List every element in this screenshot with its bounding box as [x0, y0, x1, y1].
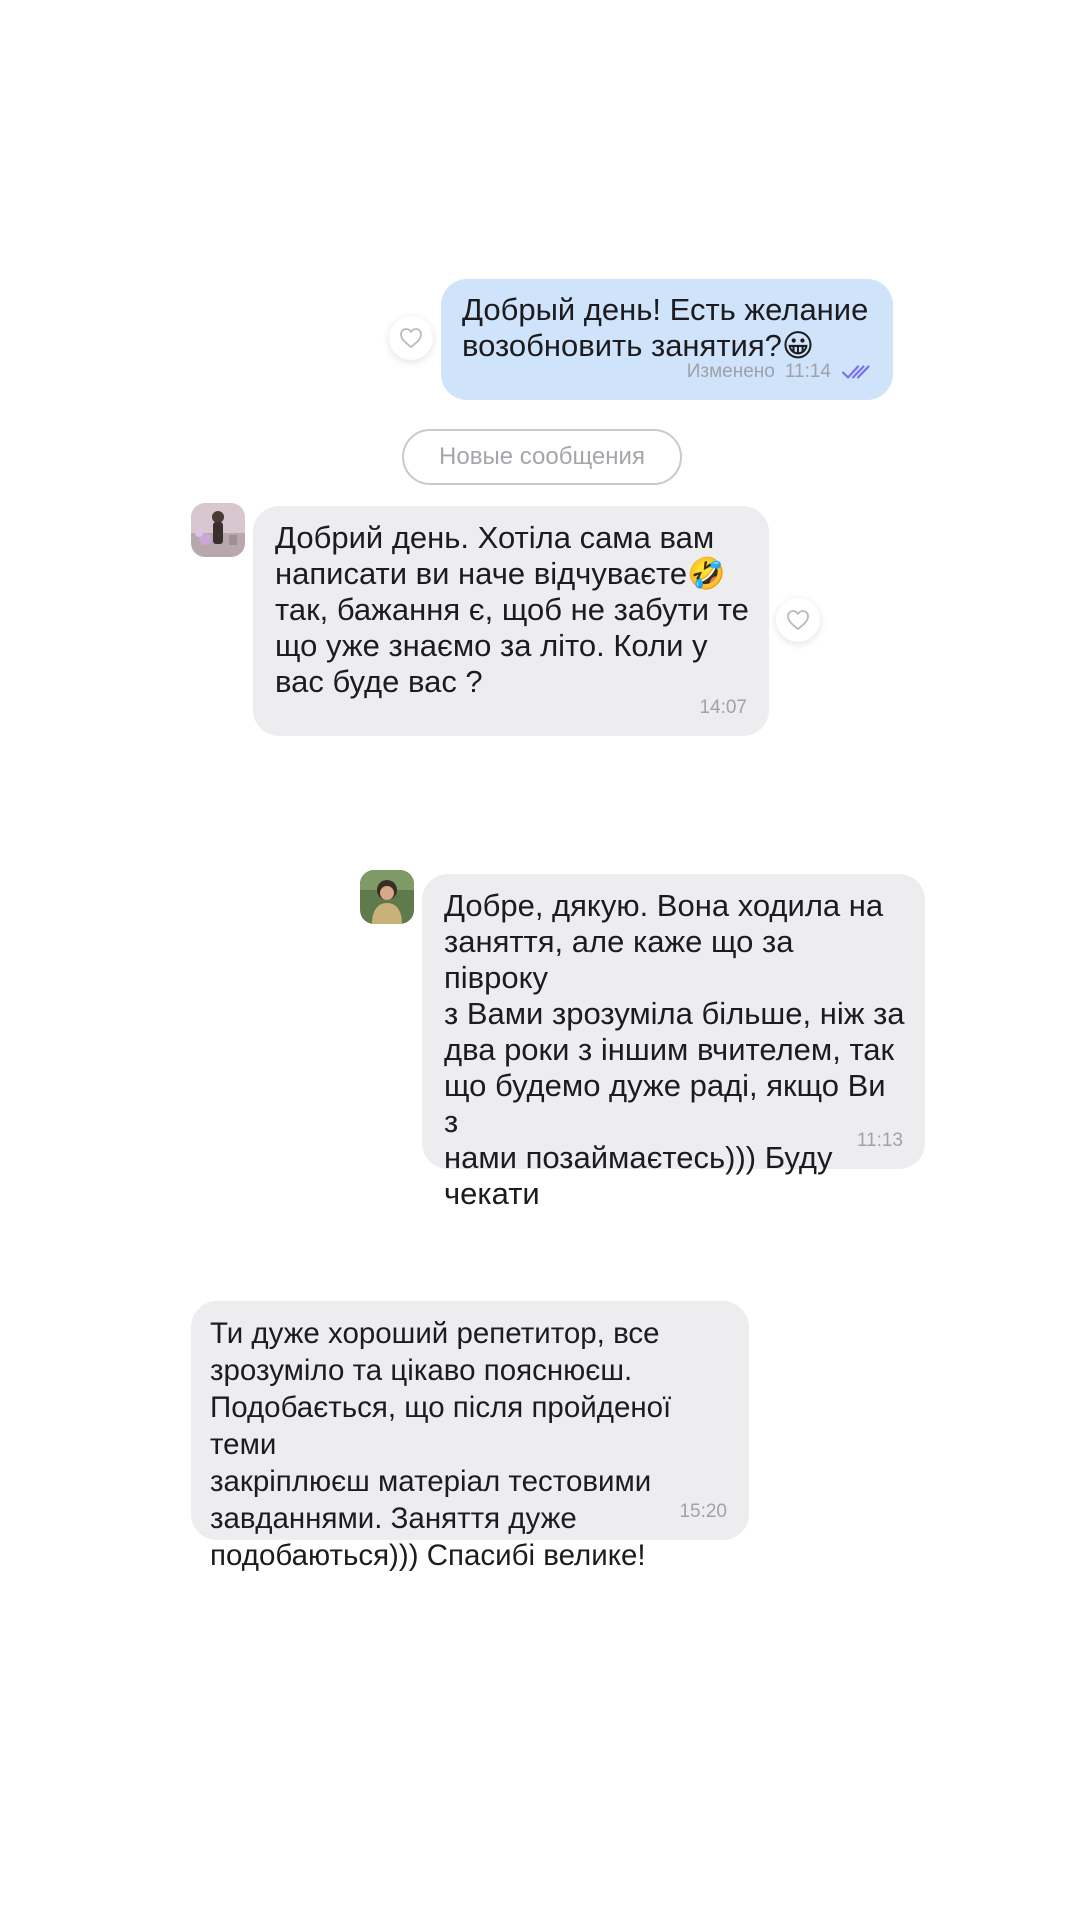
- message-text: Ти дуже хороший репетитор, все зрозуміло…: [210, 1317, 672, 1572]
- edited-label: Изменено: [686, 361, 775, 382]
- heart-icon: [400, 328, 422, 349]
- message-bubble-incoming[interactable]: Добре, дякую. Вона ходила на заняття, ал…: [422, 874, 925, 1211]
- message-bubble-outgoing[interactable]: Добрый день! Есть желание возобновить за…: [441, 279, 893, 400]
- message-meta: 15:20: [679, 1493, 727, 1530]
- avatar-photo: [191, 503, 245, 557]
- double-check-icon: [841, 365, 870, 379]
- chat-screen: Добрый день! Есть желание возобновить за…: [0, 0, 1080, 1920]
- message-time: 15:20: [679, 1501, 727, 1522]
- message-text: Добре, дякую. Вона ходила на заняття, ал…: [444, 888, 905, 1211]
- message-meta: 11:13: [857, 1123, 903, 1159]
- message-bubble-incoming[interactable]: Ти дуже хороший репетитор, все зрозуміло…: [191, 1301, 749, 1572]
- like-button[interactable]: [389, 316, 433, 360]
- message-text: Добрий день. Хотіла сама вам написати ви…: [275, 520, 749, 699]
- avatar-photo: [360, 870, 414, 924]
- avatar[interactable]: [360, 870, 414, 924]
- new-messages-label: Новые сообщения: [439, 443, 645, 470]
- message-time: 14:07: [699, 697, 747, 718]
- message-meta: 14:07: [699, 690, 747, 726]
- avatar[interactable]: [191, 503, 245, 557]
- message-bubble-incoming[interactable]: Добрий день. Хотіла сама вам написати ви…: [253, 506, 769, 736]
- message-meta: Изменено 11:14: [687, 354, 871, 390]
- heart-icon: [787, 610, 809, 631]
- message-time: 11:14: [784, 361, 831, 382]
- new-messages-divider: Новые сообщения: [402, 429, 682, 485]
- message-time: 11:13: [856, 1130, 903, 1151]
- like-button[interactable]: [776, 598, 820, 642]
